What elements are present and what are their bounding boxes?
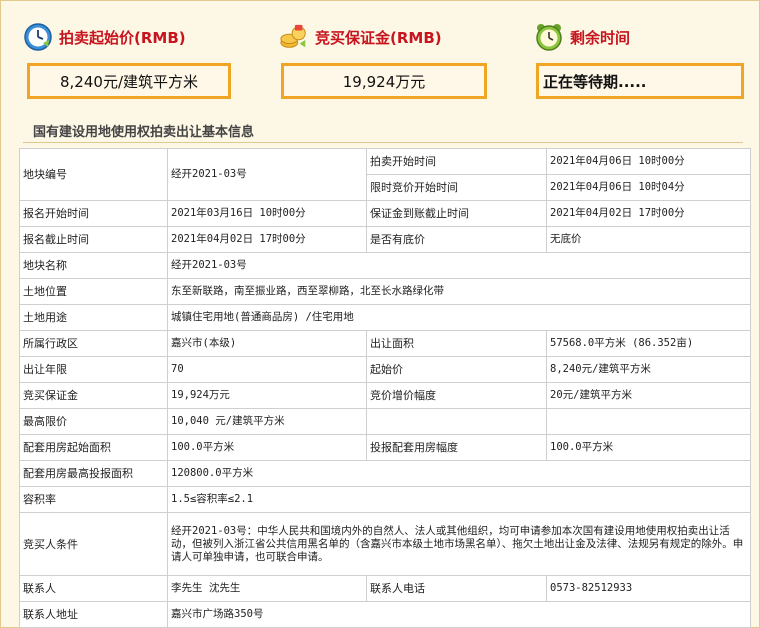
deposit-value-box: 19,924万元 xyxy=(281,63,487,99)
remaining-time-heading: 剩余时间 xyxy=(534,21,630,53)
cell-key: 报名开始时间 xyxy=(19,200,168,227)
cell-value: 10,040 元/建筑平方米 xyxy=(167,408,367,435)
deposit-label: 竞买保证金(RMB) xyxy=(315,28,442,47)
cell-value: 2021年04月02日 17时00分 xyxy=(546,200,751,227)
table-row: 联系人地址 嘉兴市广场路350号 xyxy=(19,601,751,628)
cell-value: 100.0平方米 xyxy=(167,434,367,461)
start-price-label: 拍卖起始价(RMB) xyxy=(59,28,186,47)
table-row: 出让年限 70 起始价 8,240元/建筑平方米 xyxy=(19,356,751,383)
section-title: 国有建设用地使用权拍卖出让基本信息 xyxy=(33,125,255,140)
cell-key: 拍卖开始时间 xyxy=(366,148,547,175)
cell-value: 东至新联路，南至振业路，西至翠柳路，北至长水路绿化带 xyxy=(167,278,751,305)
cell-key: 起始价 xyxy=(366,356,547,383)
cell-value: 70 xyxy=(167,356,367,383)
cell-key: 竞买保证金 xyxy=(19,382,168,409)
table-row: 联系人 李先生 沈先生 联系人电话 0573-82512933 xyxy=(19,575,751,602)
cell-value: 8,240元/建筑平方米 xyxy=(546,356,751,383)
table-row: 报名开始时间 2021年03月16日 10时00分 保证金到账截止时间 2021… xyxy=(19,200,751,227)
cell-key: 配套用房起始面积 xyxy=(19,434,168,461)
coins-icon xyxy=(279,22,309,52)
cell-key: 是否有底价 xyxy=(366,226,547,253)
alarm-clock-icon xyxy=(534,22,564,52)
cell-key: 出让面积 xyxy=(366,330,547,357)
cell-key xyxy=(366,408,547,435)
cell-key: 保证金到账截止时间 xyxy=(366,200,547,227)
table-row: 地块名称 经开2021-03号 xyxy=(19,252,751,279)
cell-key: 报名截止时间 xyxy=(19,226,168,253)
cell-value: 57568.0平方米 (86.352亩) xyxy=(546,330,751,357)
table-row: 所属行政区 嘉兴市(本级) 出让面积 57568.0平方米 (86.352亩) xyxy=(19,330,751,357)
cell-value: 2021年03月16日 10时00分 xyxy=(167,200,367,227)
cell-key: 竞买人条件 xyxy=(19,512,168,576)
cell-value: 城镇住宅用地(普通商品房) /住宅用地 xyxy=(167,304,751,331)
cell-value xyxy=(546,408,751,435)
deposit-heading: 竞买保证金(RMB) xyxy=(279,21,442,53)
cell-key: 最高限价 xyxy=(19,408,168,435)
cell-key: 土地位置 xyxy=(19,278,168,305)
cell-key: 联系人电话 xyxy=(366,575,547,602)
table-row: 配套用房起始面积 100.0平方米 投报配套用房幅度 100.0平方米 xyxy=(19,434,751,461)
cell-value: 2021年04月02日 17时00分 xyxy=(167,226,367,253)
remaining-time-value-box: 正在等待期..... xyxy=(536,63,744,99)
price-summary-header: 拍卖起始价(RMB) 竞买保证金(RMB) 剩余时间 8,240元/建筑平方米 … xyxy=(1,1,760,113)
cell-value: 100.0平方米 xyxy=(546,434,751,461)
cell-key: 土地用途 xyxy=(19,304,168,331)
table-row: 配套用房最高投报面积 120800.0平方米 xyxy=(19,460,751,487)
cell-key: 配套用房最高投报面积 xyxy=(19,460,168,487)
cell-value: 嘉兴市(本级) xyxy=(167,330,367,357)
cell-key: 所属行政区 xyxy=(19,330,168,357)
table-row: 竞买人条件 经开2021-03号：中华人民共和国境内外的自然人、法人或其他组织，… xyxy=(19,512,751,576)
cell-key: 容积率 xyxy=(19,486,168,513)
cell-key: 联系人 xyxy=(19,575,168,602)
table-row: 竞买保证金 19,924万元 竞价增价幅度 20元/建筑平方米 xyxy=(19,382,751,409)
cell-value: 2021年04月06日 10时00分 xyxy=(546,148,751,175)
table-row: 土地位置 东至新联路，南至振业路，西至翠柳路，北至长水路绿化带 xyxy=(19,278,751,305)
table-row: 最高限价 10,040 元/建筑平方米 xyxy=(19,408,751,435)
cell-key: 地块编号 xyxy=(19,148,168,201)
start-price-heading: 拍卖起始价(RMB) xyxy=(23,21,186,53)
table-row: 容积率 1.5≤容积率≤2.1 xyxy=(19,486,751,513)
cell-key: 竞价增价幅度 xyxy=(366,382,547,409)
cell-value: 无底价 xyxy=(546,226,751,253)
start-price-value-box: 8,240元/建筑平方米 xyxy=(27,63,231,99)
cell-key: 联系人地址 xyxy=(19,601,168,628)
cell-value: 经开2021-03号 xyxy=(167,148,367,201)
land-info-table: 地块编号 经开2021-03号 拍卖开始时间 2021年04月06日 10时00… xyxy=(19,148,751,628)
cell-key: 出让年限 xyxy=(19,356,168,383)
cell-key: 限时竞价开始时间 xyxy=(366,174,547,201)
cell-value: 19,924万元 xyxy=(167,382,367,409)
table-row: 报名截止时间 2021年04月02日 17时00分 是否有底价 无底价 xyxy=(19,226,751,253)
cell-value: 2021年04月06日 10时04分 xyxy=(546,174,751,201)
clock-icon xyxy=(23,22,53,52)
cell-value: 经开2021-03号 xyxy=(167,252,751,279)
cell-value: 0573-82512933 xyxy=(546,575,751,602)
table-row: 地块编号 经开2021-03号 拍卖开始时间 2021年04月06日 10时00… xyxy=(19,148,751,201)
section-divider xyxy=(23,142,743,143)
remaining-time-label: 剩余时间 xyxy=(570,28,631,47)
cell-value: 经开2021-03号：中华人民共和国境内外的自然人、法人或其他组织，均可申请参加… xyxy=(167,512,751,576)
table-row: 土地用途 城镇住宅用地(普通商品房) /住宅用地 xyxy=(19,304,751,331)
cell-value: 李先生 沈先生 xyxy=(167,575,367,602)
cell-value: 1.5≤容积率≤2.1 xyxy=(167,486,751,513)
cell-value: 嘉兴市广场路350号 xyxy=(167,601,751,628)
cell-value: 20元/建筑平方米 xyxy=(546,382,751,409)
cell-key: 投报配套用房幅度 xyxy=(366,434,547,461)
cell-value: 120800.0平方米 xyxy=(167,460,751,487)
cell-key: 地块名称 xyxy=(19,252,168,279)
